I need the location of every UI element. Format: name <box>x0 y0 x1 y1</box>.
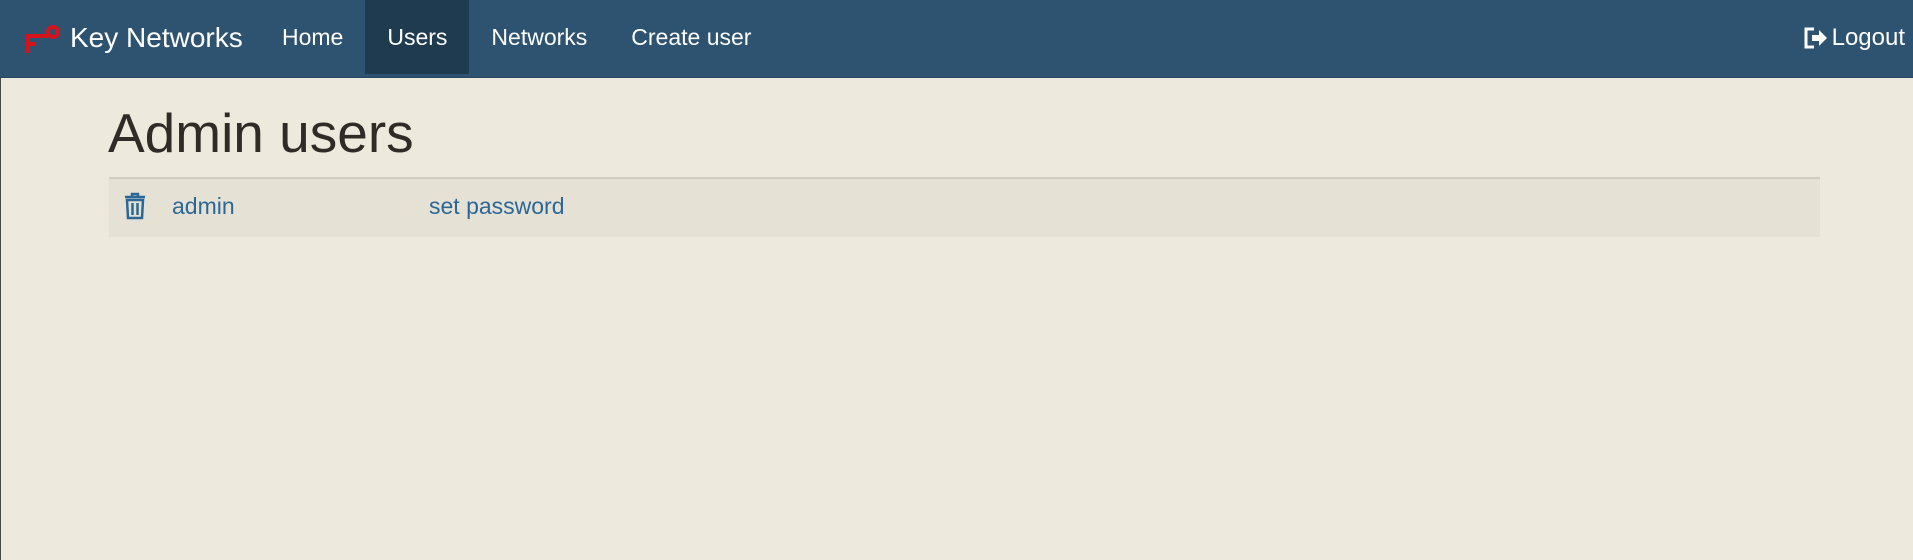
top-navbar: Key Networks Home Users Networks Create … <box>0 0 1913 78</box>
page-title: Admin users <box>108 102 414 164</box>
logout-label: Logout <box>1831 24 1905 51</box>
nav-networks[interactable]: Networks <box>469 0 609 74</box>
trash-icon[interactable] <box>123 192 147 220</box>
nav-users[interactable]: Users <box>365 0 470 74</box>
main-nav: Home Users Networks Create user <box>260 0 773 74</box>
logout-icon <box>1804 27 1827 49</box>
nav-create-user[interactable]: Create user <box>609 0 773 74</box>
key-icon <box>26 25 60 53</box>
brand-name: Key Networks <box>70 22 243 53</box>
window-left-edge <box>0 0 1 560</box>
admin-users-table: admin set password <box>109 177 1820 237</box>
logout-button[interactable]: Logout <box>1803 0 1905 76</box>
set-password-link[interactable]: set password <box>429 193 565 220</box>
table-row: admin set password <box>109 179 1820 237</box>
user-name-link[interactable]: admin <box>172 193 235 220</box>
nav-home[interactable]: Home <box>260 0 365 74</box>
brand-link[interactable]: Key Networks <box>24 0 243 76</box>
